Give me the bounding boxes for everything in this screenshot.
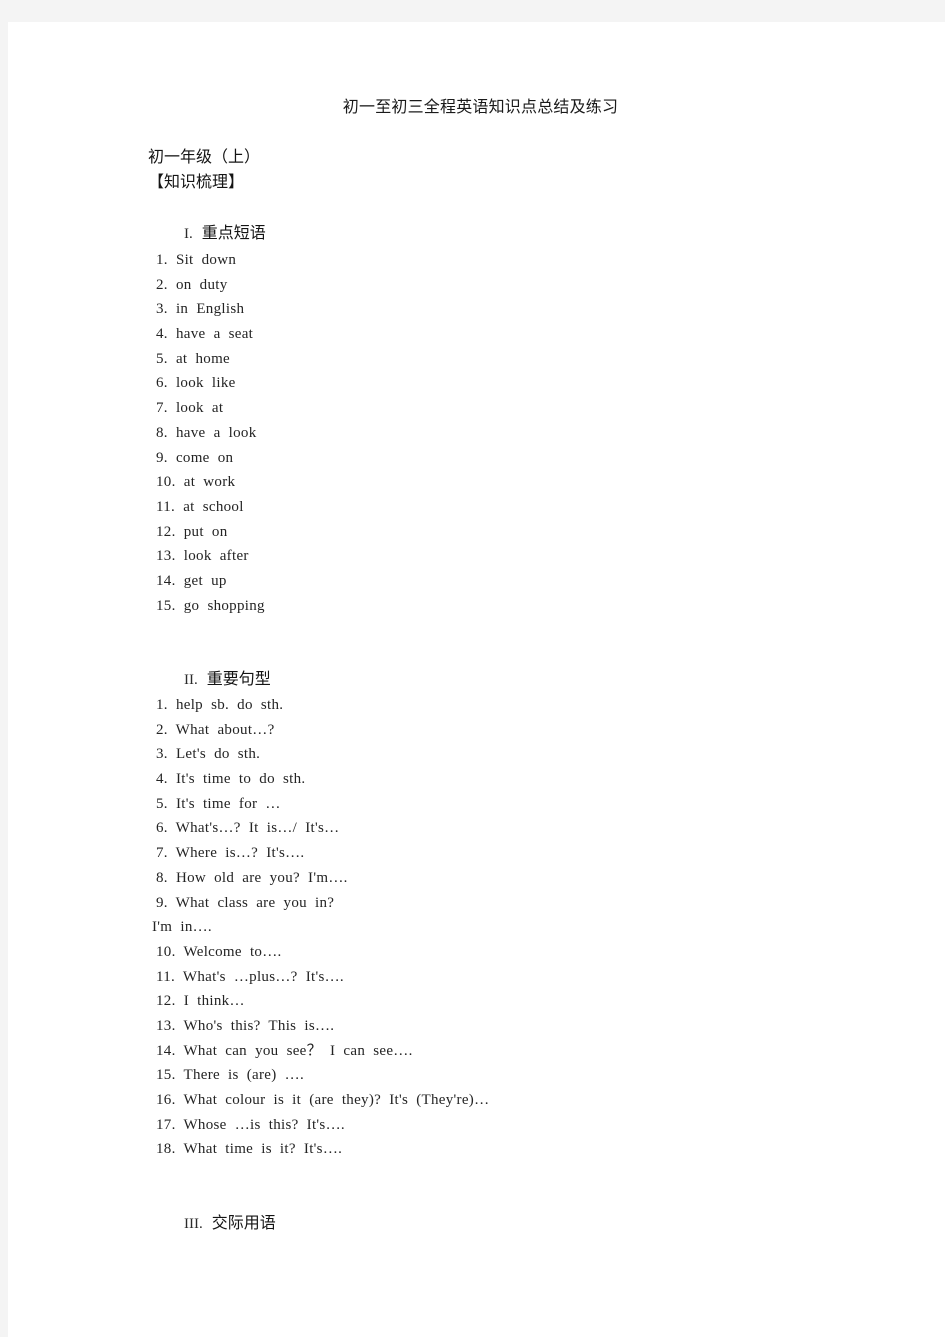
list-item: 14. get up <box>156 572 227 589</box>
list-item: 15. There is (are) …. <box>156 1067 305 1084</box>
list-item: 9. What class are you in? <box>156 894 335 911</box>
list-item-continuation: I'm in…. <box>152 919 212 936</box>
list-item: 12. put on <box>156 523 228 540</box>
section-label-2: 重要句型 <box>206 671 271 688</box>
list-item: 6. What's…? It is…/ It's… <box>156 820 340 837</box>
section-label-1: 重点短语 <box>201 225 266 242</box>
list-item: 8. have a look <box>156 424 257 441</box>
list-item: 13. look after <box>156 548 249 565</box>
document-page: 初一至初三全程英语知识点总结及练习 初一年级（上） 【知识梳理】 I. 重点短语 … <box>8 22 945 1337</box>
list-item: 2. on duty <box>156 276 228 293</box>
key-phrases-list: 1. Sit down 2. on duty 3. in English 4. … <box>156 248 265 618</box>
list-item: 3. in English <box>156 301 245 318</box>
list-item: 1. Sit down <box>156 252 237 268</box>
list-item: 8. How old are you? I'm…. <box>156 869 348 886</box>
section-numeral-3: III. <box>184 1216 203 1232</box>
list-item: 10. at work <box>156 474 236 491</box>
list-item: 4. It's time to do sth. <box>156 771 306 788</box>
list-item: 7. look at <box>156 400 224 417</box>
list-item: 5. at home <box>156 350 231 367</box>
list-item: 14. What can you see？ I can see…. <box>156 1042 413 1059</box>
list-item: 18. What time is it? It's…. <box>156 1141 343 1158</box>
list-item: 2. What about…? <box>156 721 275 738</box>
list-item: 1. help sb. do sth. <box>156 697 284 713</box>
list-item: 9. come on <box>156 449 234 466</box>
list-item: 16. What colour is it (are they)? It's (… <box>156 1092 490 1108</box>
list-item: 10. Welcome to…. <box>156 943 282 960</box>
list-item: 12. I think… <box>156 993 245 1010</box>
page-title-text: 初一至初三全程英语知识点总结及练习 <box>342 99 619 116</box>
page-surround: 初一至初三全程英语知识点总结及练习 初一年级（上） 【知识梳理】 I. 重点短语 … <box>0 0 945 1337</box>
list-item: 7. Where is…? It's…. <box>156 845 305 862</box>
list-item: 17. Whose …is this? It's…. <box>156 1116 345 1133</box>
list-item: 6. look like <box>156 375 236 392</box>
list-item: 5. It's time for … <box>156 795 281 812</box>
page-title: 初一至初三全程英语知识点总结及练习 <box>8 96 945 120</box>
section-numeral-2: II. <box>184 672 198 688</box>
list-item: 3. Let's do sth. <box>156 746 261 763</box>
list-item: 13. Who's this? This is…. <box>156 1017 335 1034</box>
knowledge-review-heading: 【知识梳理】 <box>148 174 245 191</box>
list-item: 11. at school <box>156 498 244 515</box>
list-item: 15. go shopping <box>156 597 265 614</box>
section-numeral-1: I. <box>184 226 193 242</box>
list-item: 11. What's …plus…? It's…. <box>156 968 344 985</box>
grade-heading: 初一年级（上） <box>148 149 261 166</box>
section-label-3: 交际用语 <box>211 1215 276 1232</box>
list-item: 4. have a seat <box>156 326 254 343</box>
key-patterns-list: 1. help sb. do sth. 2. What about…? 3. L… <box>152 693 490 1162</box>
section-heading-communication: III. 交际用语 <box>152 1186 276 1262</box>
